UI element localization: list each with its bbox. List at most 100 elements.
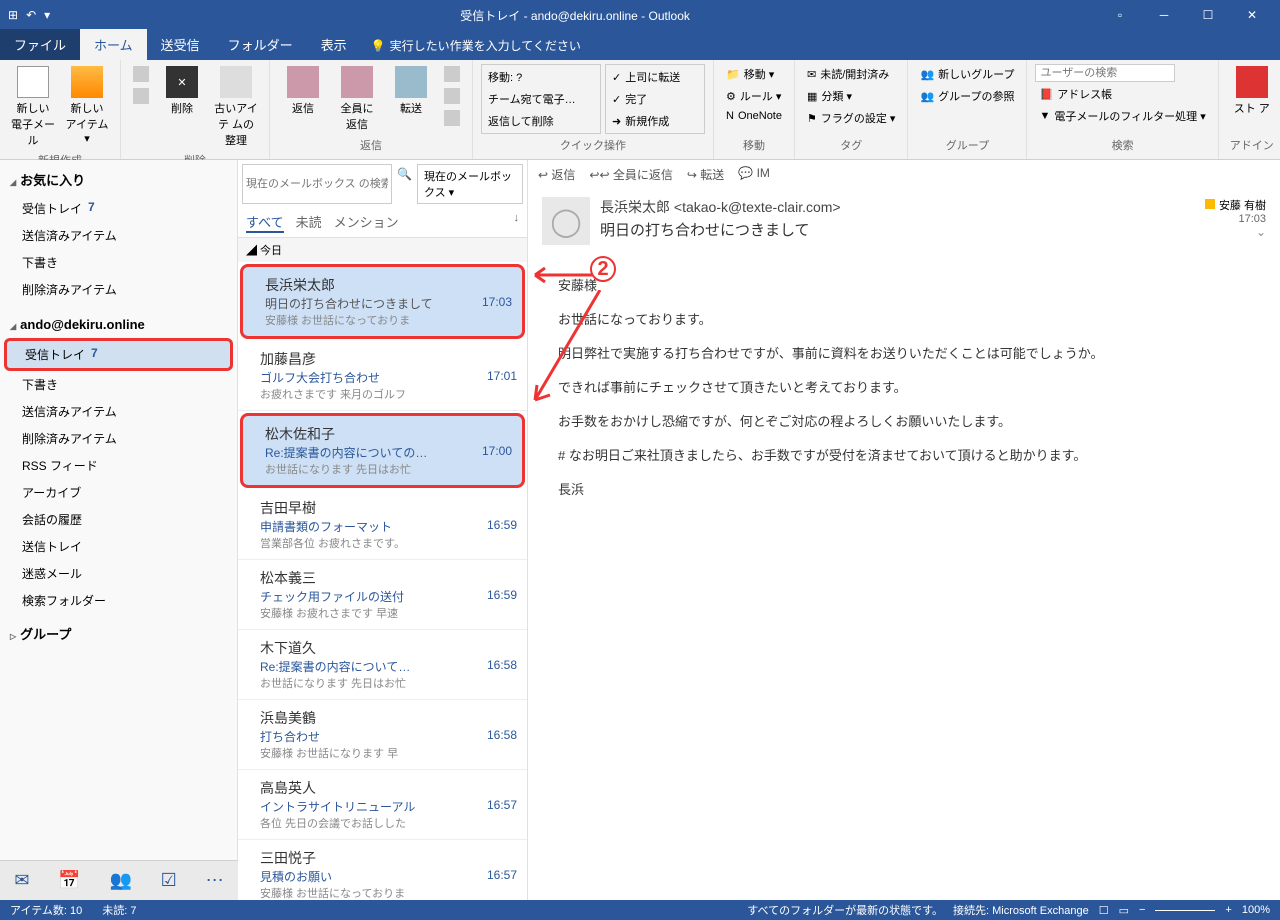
new-mail-button[interactable]: 新しい 電子メール [8, 64, 58, 150]
category-button[interactable]: ▦ 分類 ▾ [803, 86, 899, 106]
new-items-button[interactable]: 新しい アイテム ▾ [62, 64, 112, 147]
calendar-view-icon[interactable]: 📅 [58, 870, 80, 891]
junk-button[interactable] [129, 86, 153, 106]
message-item[interactable]: 吉田早樹申請書類のフォーマット16:59営業部各位 お疲れさまです。 [238, 490, 527, 560]
address-book-button[interactable]: 📕 アドレス帳 [1035, 84, 1209, 104]
tab-send-receive[interactable]: 送受信 [147, 29, 214, 60]
people-view-icon[interactable]: 👥 [109, 870, 131, 891]
message-item[interactable]: 高島英人イントラサイトリニューアル16:57各位 先日の会議でお話しした [238, 770, 527, 840]
reply-all-button[interactable]: 全員に 返信 [332, 64, 382, 134]
maximize-button[interactable]: ☐ [1188, 2, 1228, 28]
delete-button[interactable]: ✕削除 [157, 64, 207, 118]
ignore-button[interactable] [129, 64, 153, 84]
message-item[interactable]: 加藤昌彦ゴルフ大会打ち合わせ17:01お疲れさまです 来月のゴルフ [238, 341, 527, 411]
delete-icon: ✕ [166, 66, 198, 98]
tell-me[interactable]: 💡 実行したい作業を入力してください [361, 31, 591, 60]
account-header[interactable]: ando@dekiru.online [0, 311, 237, 338]
tasks-view-icon[interactable]: ☑ [161, 870, 177, 891]
meeting-button[interactable] [440, 64, 464, 84]
more-views-icon[interactable]: ⋯ [206, 870, 224, 891]
search-icon[interactable]: 🔍 [394, 164, 415, 204]
quick-replydel-button[interactable]: 返信して削除 [484, 111, 598, 131]
reading-forward[interactable]: ↪ 転送 [687, 166, 724, 183]
more-respond-button[interactable] [440, 108, 464, 128]
filter-unread[interactable]: 未読 [296, 212, 322, 233]
fav-drafts[interactable]: 下書き [0, 249, 237, 276]
minimize-button[interactable]: ─ [1144, 2, 1184, 28]
date-group-today[interactable]: ◢ 今日 [238, 238, 527, 262]
groups-header[interactable]: グループ [0, 618, 237, 649]
account-sent[interactable]: 送信済みアイテム [0, 398, 237, 425]
reading-reply[interactable]: ↩ 返信 [538, 166, 575, 183]
message-item[interactable]: 松木佐和子Re:提案書の内容についての…17:00お世話になります 先日はお忙 [240, 413, 525, 488]
account-history[interactable]: 会話の履歴 [0, 506, 237, 533]
expand-header-icon[interactable]: ⌄ [1205, 225, 1266, 239]
account-drafts[interactable]: 下書き [0, 371, 237, 398]
reading-reply-all[interactable]: ↩↩ 全員に返信 [589, 166, 672, 183]
flag-button[interactable]: ⚑ フラグの設定 ▾ [803, 108, 899, 128]
status-item-count: アイテム数: 10 [10, 902, 82, 918]
people-search-input[interactable] [1035, 64, 1175, 82]
filter-all[interactable]: すべて [246, 212, 284, 233]
filter-mention[interactable]: メンション [334, 212, 399, 233]
search-scope[interactable]: 現在のメールボックス ▾ [417, 164, 523, 204]
im-reply-button[interactable] [440, 86, 464, 106]
view-normal-icon[interactable]: ☐ [1099, 904, 1109, 917]
fav-inbox[interactable]: 受信トレイ7 [0, 195, 237, 222]
move-button[interactable]: 📁 移動 ▾ [722, 64, 786, 84]
body-paragraph: お手数をおかけし恐縮ですが、何とぞご対応の程よろしくお願いいたします。 [558, 409, 1250, 435]
message-search-input[interactable] [242, 164, 392, 204]
message-item[interactable]: 木下道久Re:提案書の内容について…16:58お世話になります 先日はお忙 [238, 630, 527, 700]
msg-sender: 吉田早樹 [260, 498, 517, 518]
tab-home[interactable]: ホーム [80, 29, 147, 60]
favorites-header[interactable]: お気に入り [0, 164, 237, 195]
forward-button[interactable]: 転送 [386, 64, 436, 118]
tab-file[interactable]: ファイル [0, 29, 80, 60]
undo-icon[interactable]: ↶ [26, 8, 36, 22]
reading-im[interactable]: 💬 IM [738, 166, 770, 183]
msg-subject: 見積のお願い [260, 868, 332, 885]
zoom-in-button[interactable]: + [1225, 904, 1231, 916]
account-junk[interactable]: 迷惑メール [0, 560, 237, 587]
quick-create-button[interactable]: ➜ 新規作成 [608, 111, 702, 131]
account-outbox[interactable]: 送信トレイ [0, 533, 237, 560]
message-item[interactable]: 松本義三チェック用ファイルの送付16:59安藤様 お疲れさまです 早速 [238, 560, 527, 630]
new-group-button[interactable]: 👥 新しいグループ [916, 64, 1018, 84]
msg-preview: 安藤様 お疲れさまです 早速 [260, 605, 517, 621]
mail-view-icon[interactable]: ✉ [14, 870, 29, 891]
msg-preview: お世話になります 先日はお忙 [265, 461, 512, 477]
account-search[interactable]: 検索フォルダー [0, 587, 237, 614]
account-inbox[interactable]: 受信トレイ7 [4, 338, 233, 371]
fav-deleted[interactable]: 削除済みアイテム [0, 276, 237, 303]
tab-folder[interactable]: フォルダー [214, 29, 307, 60]
window-title: 受信トレイ - ando@dekiru.online - Outlook [50, 7, 1100, 24]
reply-button[interactable]: 返信 [278, 64, 328, 118]
message-item[interactable]: 浜島美鶴打ち合わせ16:58安藤様 お世話になります 早 [238, 700, 527, 770]
cleanup-button[interactable]: 古いアイテ ムの整理 [211, 64, 261, 150]
ribbon-options-icon[interactable]: ▫ [1100, 2, 1140, 28]
rules-button[interactable]: ⚙ ルール ▾ [722, 86, 786, 106]
tab-view[interactable]: 表示 [307, 29, 361, 60]
close-button[interactable]: ✕ [1232, 2, 1272, 28]
account-deleted[interactable]: 削除済みアイテム [0, 425, 237, 452]
zoom-slider[interactable] [1155, 910, 1215, 911]
message-item[interactable]: 長浜栄太郎明日の打ち合わせにつきまして17:03安藤様 お世話になっておりま [240, 264, 525, 339]
quick-team-button[interactable]: チーム宛て電子… [484, 89, 598, 109]
quick-boss-button[interactable]: ✓ 上司に転送 [608, 67, 702, 87]
msg-subject: 打ち合わせ [260, 728, 320, 745]
zoom-out-button[interactable]: − [1139, 904, 1145, 916]
account-archive[interactable]: アーカイブ [0, 479, 237, 506]
message-item[interactable]: 三田悦子見積のお願い16:57安藤様 お世話になっておりま [238, 840, 527, 900]
view-reading-icon[interactable]: ▭ [1119, 904, 1129, 917]
sort-button[interactable]: ↓ [514, 212, 520, 233]
unread-button[interactable]: ✉ 未読/開封済み [803, 64, 899, 84]
fav-sent[interactable]: 送信済みアイテム [0, 222, 237, 249]
store-button[interactable]: スト ア [1227, 64, 1277, 118]
quick-move-button[interactable]: 移動: ? [484, 67, 598, 87]
filter-email-button[interactable]: ▼ 電子メールのフィルター処理 ▾ [1035, 106, 1209, 126]
onenote-button[interactable]: N OneNote [722, 108, 786, 124]
browse-groups-button[interactable]: 👥 グループの参照 [916, 86, 1018, 106]
group-label-tags: タグ [803, 135, 899, 155]
quick-done-button[interactable]: ✓ 完了 [608, 89, 702, 109]
account-rss[interactable]: RSS フィード [0, 452, 237, 479]
